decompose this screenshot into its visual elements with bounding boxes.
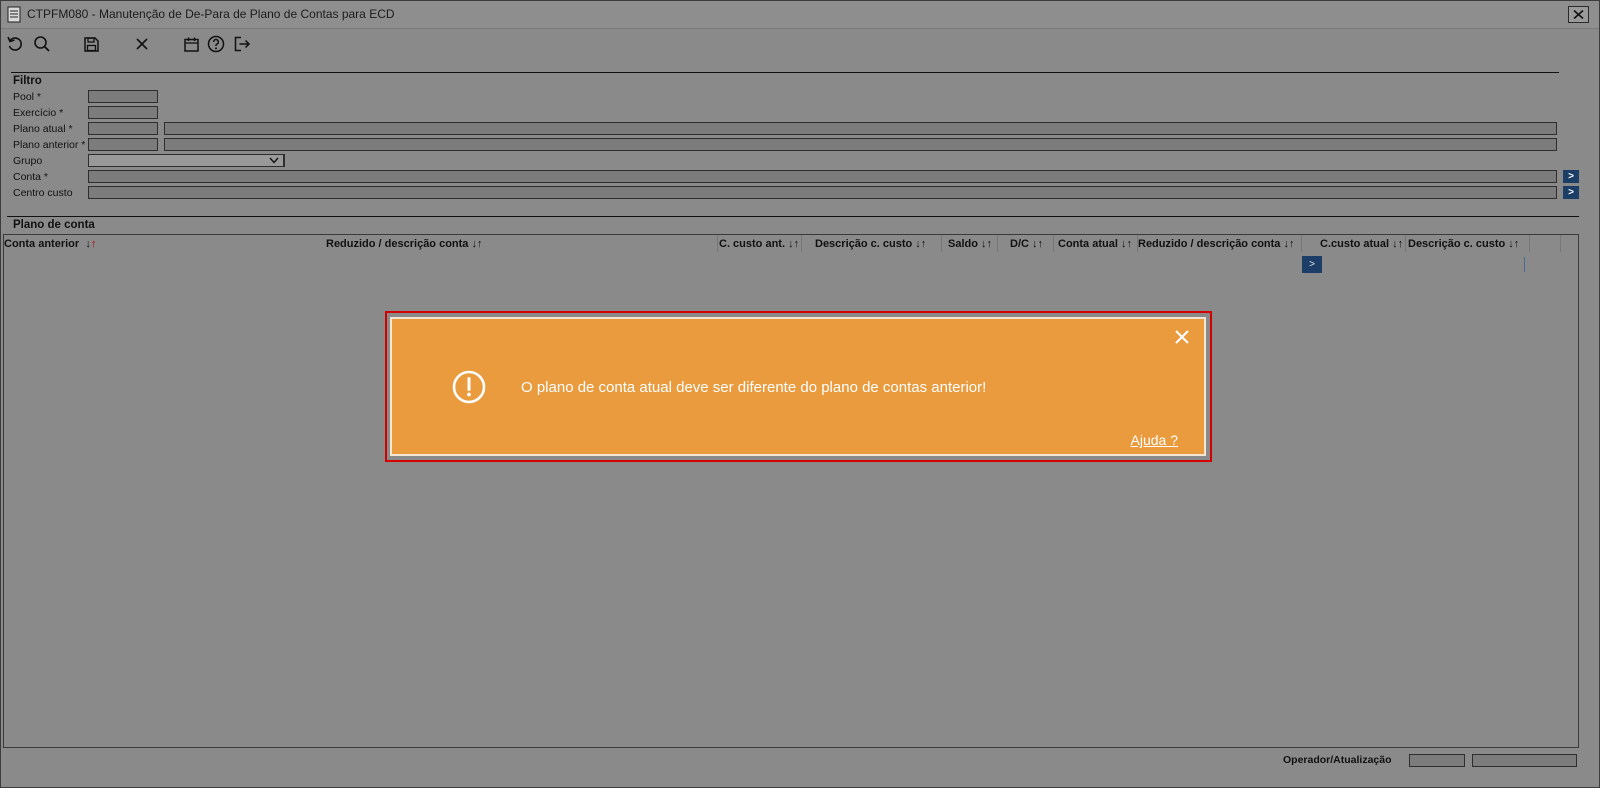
sort-arrows-icon: ↓↑ [1283,238,1295,250]
exclamation-circle-icon [452,370,486,404]
col-c-custo-atual[interactable]: C.custo atual ↓↑ [1320,238,1403,250]
sort-arrows-icon: ↓↑ [1392,238,1404,250]
col-conta-atual[interactable]: Conta atual ↓↑ [1058,238,1132,250]
close-icon[interactable] [1174,329,1190,345]
centro-custo-input[interactable] [88,186,1557,199]
calendar-icon [183,37,199,52]
plano-anterior-label: Plano anterior * [13,139,86,151]
grid-rule [7,216,1579,217]
filter-rule [11,72,1559,73]
conta-label: Conta * [13,171,49,183]
column-separator [801,235,802,252]
col-c-custo-ant[interactable]: C. custo ant. ↓↑ [719,238,799,250]
help-link[interactable]: Ajuda ? [1131,432,1178,448]
save-button[interactable] [81,34,101,54]
plano-anterior-description-field [164,138,1557,151]
sort-arrows-icon: ↓↑ [981,238,993,250]
operador-field [1409,754,1465,767]
exercicio-label: Exercício * [13,107,64,119]
pool-input[interactable] [88,90,158,103]
window-title: CTPFM080 - Manutenção de De-Para de Plan… [27,7,395,21]
sort-arrows-icon: ↓↑ [1032,238,1044,250]
grupo-select[interactable] [88,154,284,167]
exit-button[interactable] [232,34,252,54]
close-icon [1573,10,1584,19]
save-icon [83,36,99,52]
col-saldo[interactable]: Saldo ↓↑ [948,238,992,250]
sort-arrows-icon: ↓↑ [788,238,800,250]
exercicio-input[interactable] [88,106,158,119]
column-separator [717,235,718,252]
toolbar [1,29,1599,59]
plano-atual-label: Plano atual * [13,123,73,135]
sort-arrows-icon: ↓↑ [915,238,927,250]
column-separator [1529,235,1530,252]
centro-custo-label: Centro custo [13,187,73,199]
cancel-button[interactable] [132,34,152,54]
exit-icon [234,36,251,52]
centro-custo-lookup-button[interactable]: > [1563,186,1579,199]
sort-arrows-icon: ↓↑ [85,238,97,250]
conta-input[interactable] [88,170,1557,183]
plano-atual-code-input[interactable] [88,122,158,135]
document-icon [7,6,21,23]
col-conta-anterior[interactable]: Conta anterior ↓↑ [4,238,96,250]
chevron-down-icon [269,157,279,164]
column-separator [1405,235,1406,252]
alert-message: O plano de conta atual deve ser diferent… [521,379,987,396]
help-button[interactable] [206,34,226,54]
atualizacao-field [1472,754,1577,767]
sort-arrows-icon: ↓↑ [1508,238,1520,250]
col-dc[interactable]: D/C ↓↑ [1010,238,1043,250]
grupo-label: Grupo [13,155,43,167]
col-reduzido-descricao-atual[interactable]: Reduzido / descrição conta ↓↑ [1138,238,1294,250]
sort-arrows-icon: ↓↑ [1120,238,1132,250]
search-button[interactable] [32,34,52,54]
title-bar: CTPFM080 - Manutenção de De-Para de Plan… [1,1,1599,29]
sort-arrows-icon: ↓↑ [471,238,483,250]
calendar-button[interactable] [181,34,201,54]
conta-lookup-button[interactable]: > [1563,170,1579,183]
window-close-button[interactable] [1568,6,1589,23]
pool-label: Pool * [13,91,42,103]
grid-title: Plano de conta [13,219,95,231]
column-separator [941,235,942,252]
plano-atual-description-field [164,122,1557,135]
column-separator [1560,235,1561,252]
search-icon [34,36,50,52]
alert-dialog: O plano de conta atual deve ser diferent… [390,317,1206,456]
row-lookup-button[interactable]: > [1302,256,1322,273]
plano-anterior-code-input[interactable] [88,138,158,151]
column-separator [997,235,998,252]
filter-title: Filtro [13,75,42,87]
col-reduzido-descricao-ant[interactable]: Reduzido / descrição conta ↓↑ [326,238,482,250]
help-icon [207,35,225,53]
col-descricao-c-custo-ant[interactable]: Descrição c. custo ↓↑ [815,238,926,250]
grupo-separator [284,154,285,167]
column-separator [1301,235,1302,252]
row-marker [1524,257,1525,272]
col-descricao-c-custo-atual[interactable]: Descrição c. custo ↓↑ [1408,238,1519,250]
close-icon [136,38,148,50]
operador-atualizacao-label: Operador/Atualização [1283,754,1392,766]
undo-button[interactable] [5,34,25,54]
column-separator [1053,235,1054,252]
undo-icon [7,36,22,51]
